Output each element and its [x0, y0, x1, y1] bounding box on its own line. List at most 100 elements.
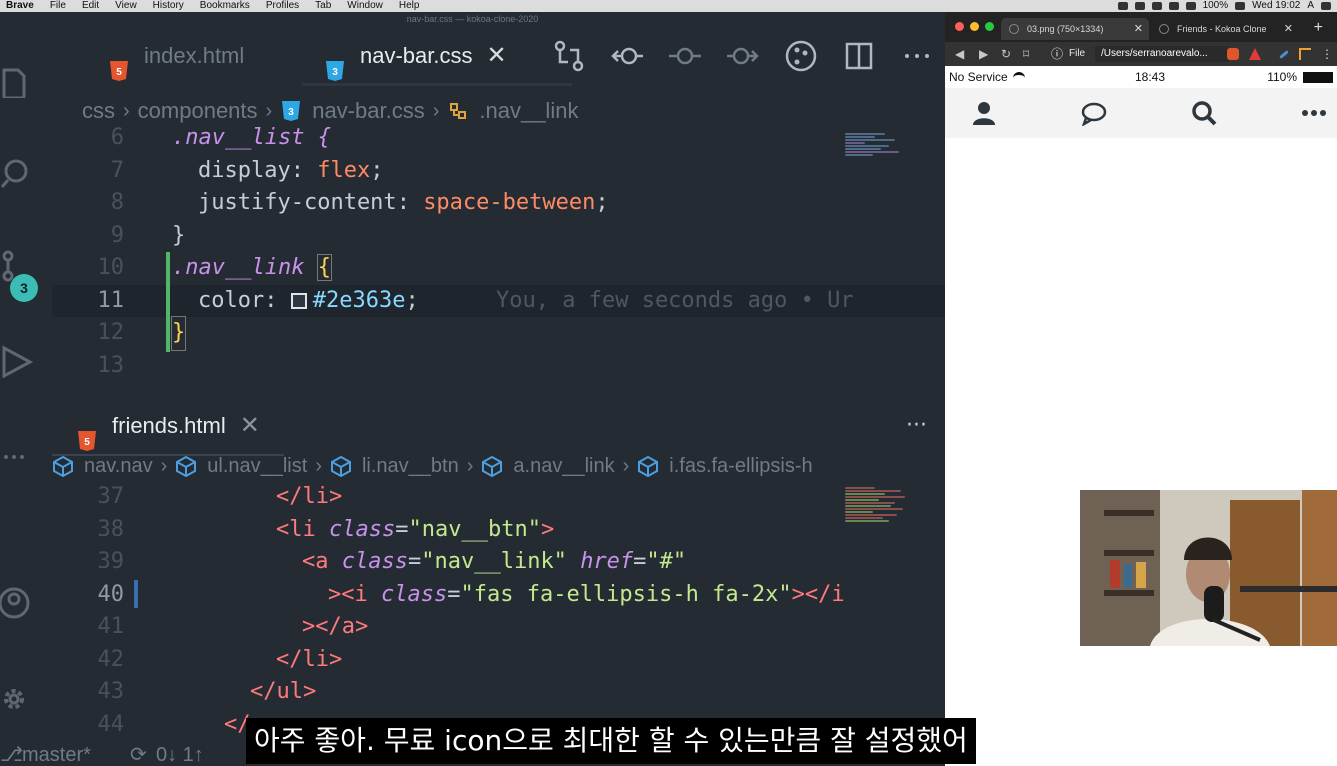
- menu-bookmarks[interactable]: Bookmarks: [192, 0, 258, 12]
- code-line: 39 <a class="nav__link" href="#": [97, 549, 687, 574]
- spotlight-icon[interactable]: [1321, 2, 1331, 10]
- pen-extension-icon[interactable]: [1279, 50, 1289, 59]
- active-tab-indicator: [302, 83, 572, 86]
- camera-icon[interactable]: [1134, 2, 1145, 10]
- browser-tab-label: Friends - Kokoa Clone: [1177, 24, 1267, 34]
- breadcrumb-item[interactable]: ul.nav__list: [207, 451, 307, 481]
- more-actions-icon[interactable]: ···: [906, 396, 927, 456]
- menu-tab[interactable]: Tab: [307, 0, 339, 12]
- menubar-status-area: 100% Wed 19:02 A: [1117, 0, 1331, 12]
- tab-nav-bar-css[interactable]: 3 nav-bar.css ✕: [324, 26, 507, 86]
- tab-label: friends.html: [112, 413, 226, 438]
- browser-tab-image[interactable]: 03.png (750×1334) ✕: [1001, 18, 1149, 40]
- browser-menu-icon[interactable]: ⋮: [1321, 42, 1333, 66]
- cube-icon: [481, 455, 503, 478]
- search-icon[interactable]: [1191, 100, 1217, 126]
- tab-index-html[interactable]: 5 index.html: [108, 26, 244, 86]
- more-actions-icon[interactable]: [899, 38, 935, 74]
- reload-icon[interactable]: ↻: [1001, 42, 1011, 66]
- close-tab-icon[interactable]: ✕: [1134, 18, 1143, 40]
- brave-shields-icon[interactable]: [1227, 48, 1239, 60]
- minimize-window-button[interactable]: [970, 22, 979, 31]
- sync-status[interactable]: 0↓ 1↑: [156, 744, 204, 766]
- code-line: 42 </li>: [97, 646, 343, 672]
- bookmark-icon[interactable]: ⌑: [1023, 42, 1029, 66]
- html5-file-icon: 5: [108, 45, 130, 81]
- menu-window[interactable]: Window: [339, 0, 391, 12]
- ellipsis-icon[interactable]: [1301, 100, 1327, 126]
- run-debug-icon[interactable]: [0, 344, 34, 379]
- previous-change-icon[interactable]: [609, 38, 645, 74]
- split-editor-icon[interactable]: [841, 38, 877, 74]
- extension-icon[interactable]: [1299, 48, 1311, 60]
- code-pane-html[interactable]: 37 </li> 38 <li class="nav__btn"> 39 <a cla…: [52, 481, 945, 741]
- screen-icon[interactable]: [1117, 2, 1128, 10]
- battery-icon[interactable]: [1235, 2, 1246, 10]
- git-graph-icon[interactable]: [783, 38, 819, 74]
- tab-friends-html[interactable]: 5 friends.html ✕: [76, 396, 260, 456]
- breadcrumb-item[interactable]: li.nav__btn: [362, 451, 459, 481]
- browser-tab-label: 03.png (750×1334): [1027, 24, 1104, 34]
- breadcrumb-item[interactable]: a.nav__link: [513, 451, 614, 481]
- back-icon[interactable]: ◀: [955, 42, 964, 66]
- brave-rewards-icon[interactable]: [1249, 48, 1261, 60]
- account-icon[interactable]: [0, 586, 34, 620]
- forward-icon[interactable]: ▶: [979, 42, 988, 66]
- close-tab-icon[interactable]: ✕: [240, 396, 260, 456]
- close-tab-icon[interactable]: ✕: [1284, 18, 1293, 40]
- address-bar[interactable]: /Users/serranoarevalo...: [1095, 46, 1229, 62]
- next-change-icon[interactable]: [725, 38, 761, 74]
- wifi-icon: [1013, 72, 1025, 80]
- extensions-more-icon[interactable]: [0, 440, 34, 474]
- code-line: 41 ></a>: [97, 614, 369, 639]
- time-machine-icon[interactable]: [1168, 2, 1179, 10]
- address-scheme: File: [1069, 48, 1086, 59]
- sync-icon[interactable]: ⟳: [130, 744, 147, 766]
- branch-icon: ⎇: [0, 744, 24, 766]
- phone-clock: 18:43: [1135, 70, 1166, 84]
- menu-help[interactable]: Help: [391, 0, 428, 12]
- css3-file-icon: 3: [280, 100, 302, 122]
- menu-profiles[interactable]: Profiles: [258, 0, 307, 12]
- info-icon[interactable]: ⓘ: [1051, 42, 1063, 66]
- close-window-button[interactable]: [955, 22, 964, 31]
- menubar-clock[interactable]: Wed 19:02: [1252, 0, 1300, 12]
- breadcrumb-item[interactable]: nav.nav: [84, 451, 153, 481]
- new-tab-button[interactable]: +: [1314, 16, 1323, 40]
- minimap-bottom[interactable]: [845, 486, 935, 523]
- wifi-icon[interactable]: [1185, 2, 1196, 10]
- html5-file-icon: 5: [76, 415, 98, 451]
- close-tab-icon[interactable]: ✕: [487, 26, 507, 86]
- cube-icon: [330, 455, 352, 478]
- kokoa-nav-bar: [945, 88, 1337, 138]
- breadcrumb-item[interactable]: i.fas.fa-ellipsis-h: [669, 451, 812, 481]
- svg-text:5: 5: [84, 437, 90, 448]
- compare-changes-icon[interactable]: [551, 38, 587, 74]
- menu-history[interactable]: History: [145, 0, 192, 12]
- git-added-gutter: [166, 252, 170, 352]
- git-branch[interactable]: master*: [22, 744, 91, 766]
- zoom-window-button[interactable]: [985, 22, 994, 31]
- chevron-right-icon: ›: [466, 455, 474, 477]
- explorer-icon[interactable]: [0, 64, 34, 100]
- activity-bar: 3: [0, 26, 52, 766]
- menu-view[interactable]: View: [107, 0, 145, 12]
- menu-file[interactable]: File: [42, 0, 74, 12]
- comment-icon[interactable]: [1081, 100, 1107, 127]
- input-source-indicator[interactable]: A: [1307, 0, 1314, 12]
- browser-tab-friends[interactable]: Friends - Kokoa Clone ✕: [1151, 18, 1299, 40]
- video-subtitle: 아주 좋아. 무료 icon으로 최대한 할 수 있는만큼 잘 설정했어: [246, 718, 976, 764]
- commit-icon[interactable]: [667, 38, 703, 74]
- user-icon[interactable]: [971, 100, 997, 126]
- search-icon[interactable]: [0, 156, 34, 190]
- menu-app[interactable]: Brave: [0, 0, 42, 12]
- browser-window: 03.png (750×1334) ✕ Friends - Kokoa Clon…: [945, 12, 1337, 766]
- code-line: 37 </li>: [97, 484, 343, 509]
- settings-gear-icon[interactable]: [0, 682, 34, 716]
- color-swatch[interactable]: [290, 292, 307, 309]
- minimap-top[interactable]: [845, 132, 935, 157]
- cloud-icon[interactable]: [1151, 2, 1162, 10]
- code-line: 12}: [52, 316, 945, 351]
- code-pane-css[interactable]: 6 .nav__list { 7 display: flex; 8 justify-c…: [52, 122, 945, 382]
- menu-edit[interactable]: Edit: [74, 0, 107, 12]
